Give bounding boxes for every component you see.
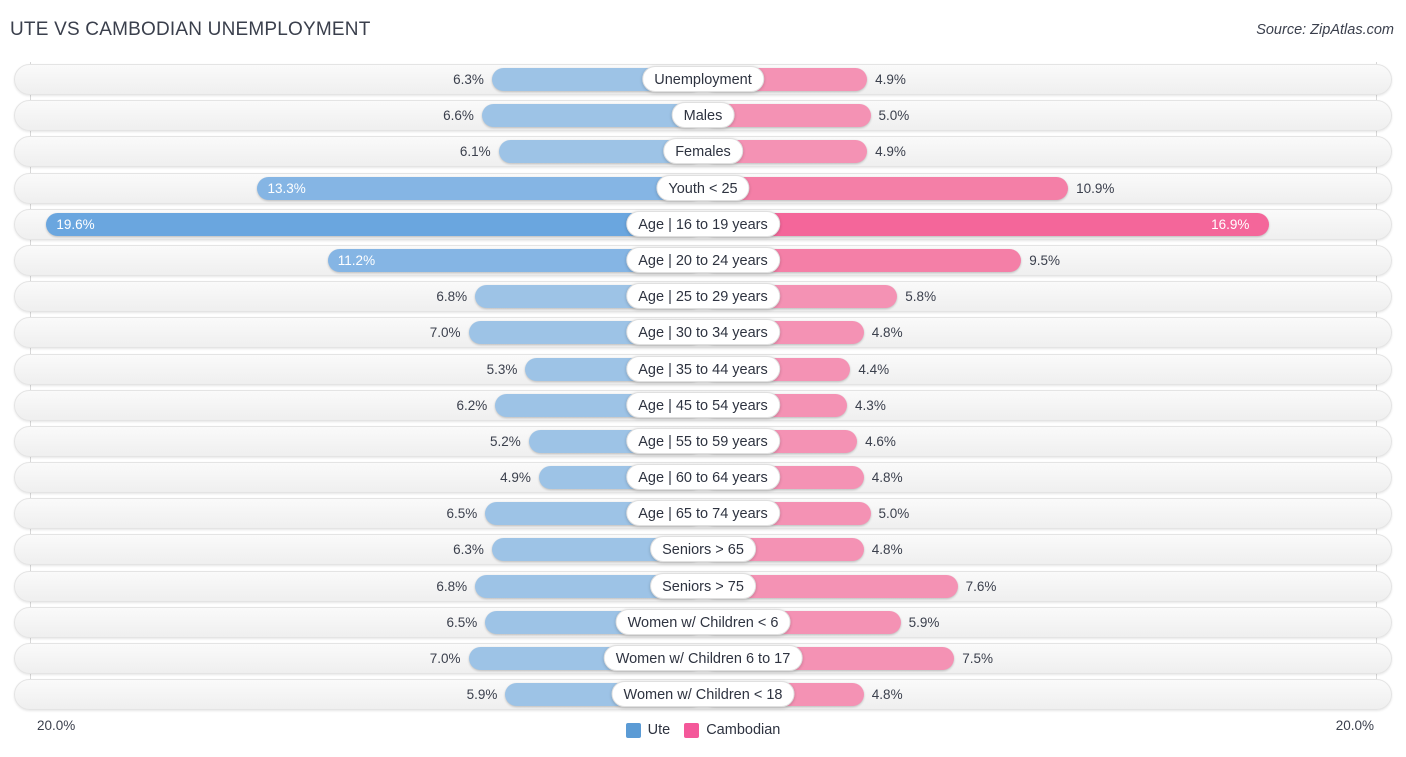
bar-ute <box>46 212 703 236</box>
row-label-pill: Males <box>671 102 735 129</box>
bar-row: 6.3% 4.8% Seniors > 65 <box>0 532 1406 568</box>
value-label-ute: 6.1% <box>459 144 491 160</box>
row-label-pill: Seniors > 65 <box>650 536 756 563</box>
bar-cambodian <box>703 176 1069 200</box>
source-attribution: Source: ZipAtlas.com <box>1256 22 1394 38</box>
value-label-ute: 6.8% <box>436 289 468 305</box>
page-title: UTE VS CAMBODIAN UNEMPLOYMENT <box>10 19 371 40</box>
value-label-cambodian: 7.6% <box>965 578 997 594</box>
bar-row: 13.3% 10.9% Youth < 25 <box>0 171 1406 207</box>
legend-label: Ute <box>647 722 671 738</box>
bar-row: 11.2% 9.5% Age | 20 to 24 years <box>0 243 1406 279</box>
value-label-cambodian: 4.4% <box>858 361 890 377</box>
value-label-cambodian: 16.9% <box>1211 216 1250 232</box>
bar-row: 7.0% 4.8% Age | 30 to 34 years <box>0 315 1406 351</box>
legend-label: Cambodian <box>706 722 781 738</box>
bar-row: 6.5% 5.9% Women w/ Children < 6 <box>0 605 1406 641</box>
value-label-cambodian: 4.3% <box>855 397 886 413</box>
bar-row: 6.8% 7.6% Seniors > 75 <box>0 569 1406 605</box>
value-label-cambodian: 4.6% <box>865 433 896 449</box>
value-label-ute: 5.2% <box>490 433 521 449</box>
bar-row: 6.5% 5.0% Age | 65 to 74 years <box>0 496 1406 532</box>
bar-row: 6.1% 4.9% Females <box>0 134 1406 170</box>
value-label-cambodian: 7.5% <box>962 651 994 666</box>
row-label-pill: Women w/ Children < 18 <box>611 681 795 708</box>
legend-swatch-icon <box>684 722 700 738</box>
value-label-cambodian: 5.9% <box>908 614 940 630</box>
row-label-pill: Women w/ Children 6 to 17 <box>603 645 803 671</box>
bar-row: 19.6% 16.9% Age | 16 to 19 years <box>0 207 1406 243</box>
row-label-pill: Age | 20 to 24 years <box>626 246 780 273</box>
bar-row: 6.3% 4.9% Unemployment <box>0 62 1406 98</box>
value-label-ute: 5.3% <box>486 361 518 377</box>
row-label-pill: Age | 25 to 29 years <box>626 283 780 310</box>
bar-ute <box>257 176 703 200</box>
value-label-ute: 7.0% <box>429 651 461 666</box>
bar-row: 7.0% 7.5% Women w/ Children 6 to 17 <box>0 641 1406 677</box>
bar-row: 5.2% 4.6% Age | 55 to 59 years <box>0 424 1406 460</box>
legend-item: Cambodian <box>684 722 780 738</box>
bar-row: 6.8% 5.8% Age | 25 to 29 years <box>0 279 1406 315</box>
value-label-ute: 7.0% <box>429 325 461 341</box>
value-label-cambodian: 10.9% <box>1076 180 1115 196</box>
value-label-ute: 6.5% <box>446 614 478 630</box>
value-label-ute: 6.5% <box>446 506 478 522</box>
plot-area: 6.3% 4.9% Unemployment 6.6% 5.0% Males 6.1% 4.9… <box>0 62 1406 717</box>
row-label-pill: Youth < 25 <box>656 174 750 201</box>
bar-row: 5.3% 4.4% Age | 35 to 44 years <box>0 352 1406 388</box>
row-label-pill: Women w/ Children < 6 <box>615 608 791 635</box>
value-label-ute: 6.6% <box>443 108 474 124</box>
row-label-pill: Age | 65 to 74 years <box>626 500 780 527</box>
bar-row: 5.9% 4.8% Women w/ Children < 18 <box>0 677 1406 713</box>
row-label-pill: Age | 55 to 59 years <box>626 427 780 454</box>
value-label-cambodian: 4.8% <box>871 687 903 703</box>
value-label-cambodian: 5.0% <box>878 506 910 522</box>
bar-row: 4.9% 4.8% Age | 60 to 64 years <box>0 460 1406 496</box>
bar-row: 6.6% 5.0% Males <box>0 98 1406 134</box>
value-label-ute: 5.9% <box>466 687 498 703</box>
row-label-pill: Age | 60 to 64 years <box>626 464 780 491</box>
value-label-cambodian: 5.0% <box>878 108 910 124</box>
legend-item: Ute <box>625 722 671 738</box>
value-label-cambodian: 4.9% <box>875 144 906 160</box>
value-label-cambodian: 4.8% <box>871 542 903 558</box>
legend-swatch-icon <box>625 722 641 738</box>
value-label-ute: 6.3% <box>453 72 484 87</box>
value-label-cambodian: 4.8% <box>871 470 903 486</box>
bar-row: 6.2% 4.3% Age | 45 to 54 years <box>0 388 1406 424</box>
bar-rows: 6.3% 4.9% Unemployment 6.6% 5.0% Males 6.1% 4.9… <box>0 62 1406 713</box>
value-label-ute: 13.3% <box>267 180 306 196</box>
chart-legend: Ute Cambodian <box>0 722 1406 738</box>
value-label-ute: 4.9% <box>500 470 531 486</box>
row-label-pill: Age | 30 to 34 years <box>626 319 780 346</box>
row-label-pill: Females <box>663 138 743 165</box>
row-label-pill: Age | 45 to 54 years <box>626 391 780 418</box>
row-label-pill: Seniors > 75 <box>650 572 756 599</box>
value-label-cambodian: 4.9% <box>875 72 906 87</box>
value-label-cambodian: 5.8% <box>905 289 937 305</box>
value-label-ute: 19.6% <box>56 216 95 232</box>
value-label-cambodian: 9.5% <box>1029 252 1061 268</box>
row-label-pill: Age | 16 to 19 years <box>626 210 780 237</box>
row-label-pill: Unemployment <box>642 66 764 92</box>
bar-ute <box>481 104 703 128</box>
chart-root: UTE VS CAMBODIAN UNEMPLOYMENT Source: Zi… <box>0 0 1406 757</box>
row-label-pill: Age | 35 to 44 years <box>626 355 780 382</box>
value-label-ute: 6.2% <box>456 397 488 413</box>
value-label-cambodian: 4.8% <box>871 325 903 341</box>
value-label-ute: 6.8% <box>436 578 468 594</box>
value-label-ute: 6.3% <box>453 542 484 558</box>
bar-cambodian <box>703 212 1270 236</box>
value-label-ute: 11.2% <box>337 252 376 268</box>
